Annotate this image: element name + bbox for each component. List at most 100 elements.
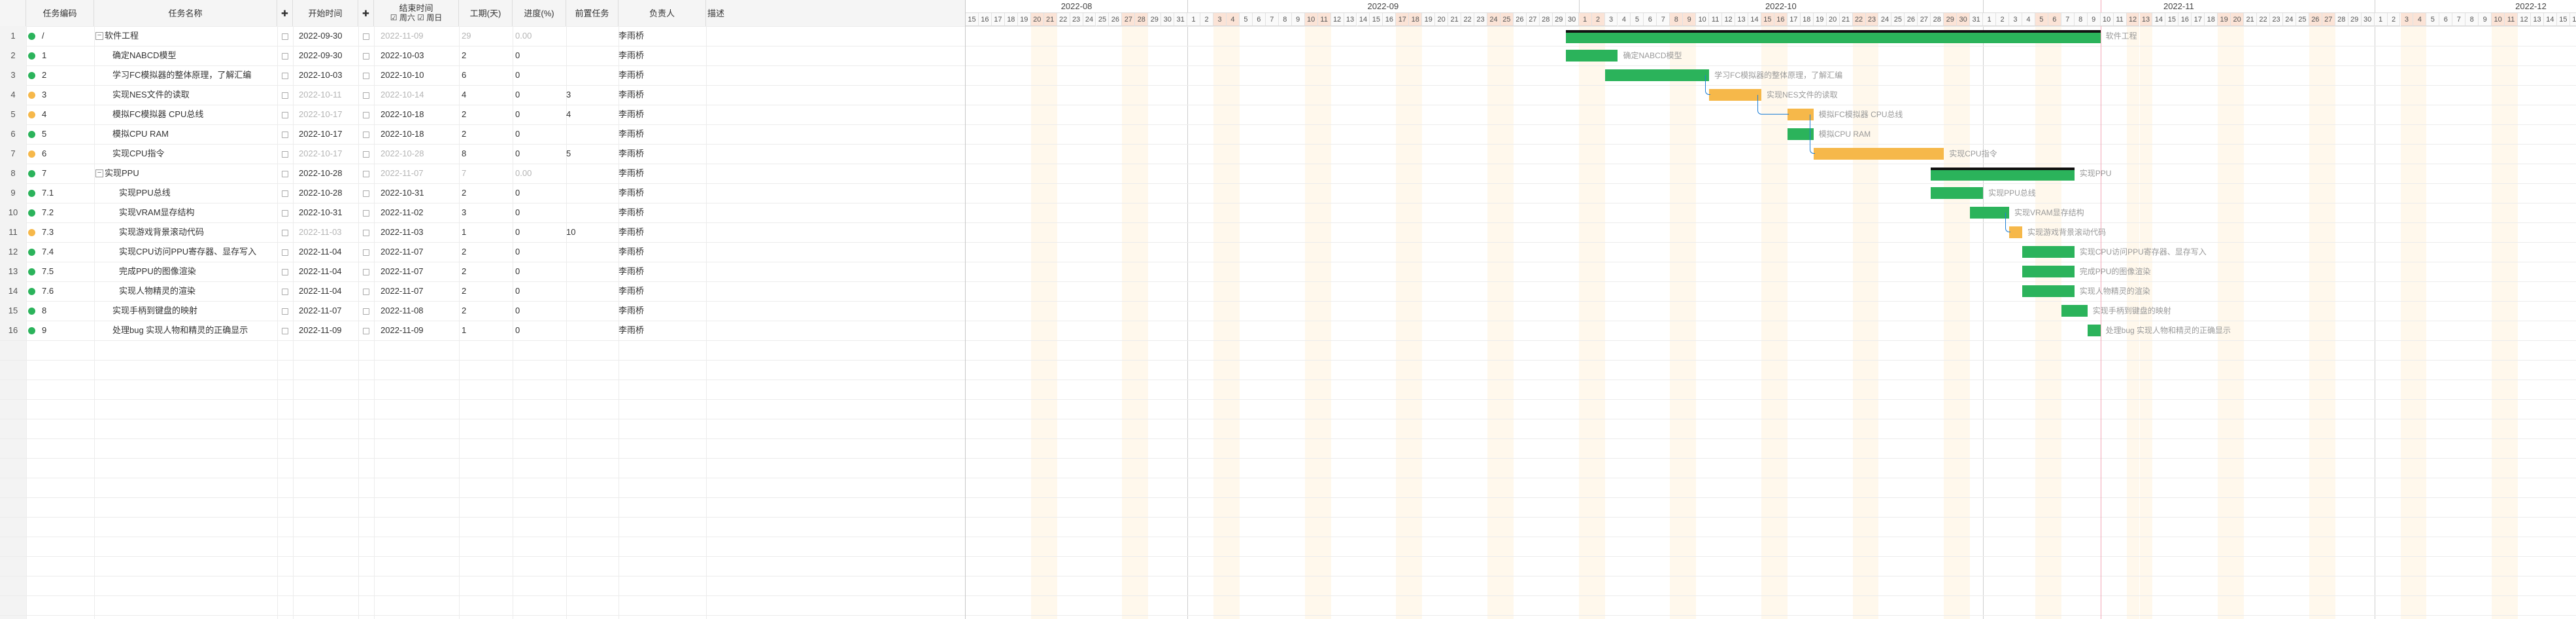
start-date[interactable]: 2022-11-03 xyxy=(299,222,358,242)
start-date[interactable]: 2022-10-28 xyxy=(299,164,358,183)
description-value[interactable] xyxy=(707,46,962,65)
gantt-bar[interactable] xyxy=(1565,30,2101,43)
predecessor-value[interactable] xyxy=(566,124,617,144)
gantt-bar[interactable] xyxy=(2061,305,2088,317)
task-row[interactable]: 16 9 处理bug 实现人物和精灵的正确显示 2022-11-09 2022-11-0… xyxy=(0,321,965,340)
description-value[interactable] xyxy=(707,85,962,105)
row-action-icon[interactable] xyxy=(363,73,369,79)
owner-value[interactable]: 李雨桥 xyxy=(619,222,705,242)
owner-value[interactable]: 李雨桥 xyxy=(619,85,705,105)
gantt-bar[interactable] xyxy=(2009,226,2022,238)
task-name[interactable]: 实现VRAM显存结构 xyxy=(119,203,275,222)
task-name[interactable]: 实现CPU访问PPU寄存器、显存写入 xyxy=(119,242,275,262)
progress-value[interactable]: 0 xyxy=(515,183,565,203)
end-date[interactable]: 2022-10-18 xyxy=(381,124,458,144)
owner-value[interactable]: 李雨桥 xyxy=(619,301,705,321)
gantt-bar[interactable] xyxy=(1931,187,1984,199)
row-action-icon[interactable] xyxy=(363,190,369,197)
predecessor-value[interactable] xyxy=(566,65,617,85)
start-date[interactable]: 2022-10-17 xyxy=(299,105,358,124)
start-date[interactable]: 2022-10-17 xyxy=(299,144,358,164)
task-row[interactable]: 9 7.1 实现PPU总线 2022-10-28 2022-10-31 2 0 李雨桥 xyxy=(0,183,965,203)
task-code[interactable]: 7.6 xyxy=(42,281,93,301)
task-code[interactable]: 6 xyxy=(42,144,93,164)
progress-value[interactable]: 0 xyxy=(515,222,565,242)
predecessor-value[interactable] xyxy=(566,183,617,203)
end-column-header[interactable]: 结束时间 ☑ 周六 ☑ 周日 xyxy=(374,0,459,26)
row-action-icon[interactable] xyxy=(282,151,288,158)
owner-value[interactable]: 李雨桥 xyxy=(619,183,705,203)
row-action-icon[interactable] xyxy=(282,73,288,79)
end-date[interactable]: 2022-11-07 xyxy=(381,164,458,183)
predecessor-column-header[interactable]: 前置任务 xyxy=(566,0,619,26)
task-name[interactable]: 实现人物精灵的渲染 xyxy=(119,281,275,301)
owner-column-header[interactable]: 负责人 xyxy=(619,0,706,26)
task-row[interactable]: 2 1 确定NABCD模型 2022-09-30 2022-10-03 2 0 李雨桥 xyxy=(0,46,965,65)
owner-value[interactable]: 李雨桥 xyxy=(619,164,705,183)
row-action-icon[interactable] xyxy=(282,190,288,197)
row-action-icon[interactable] xyxy=(282,112,288,118)
duration-column-header[interactable]: 工期(天) xyxy=(459,0,513,26)
description-value[interactable] xyxy=(707,203,962,222)
start-date[interactable]: 2022-10-03 xyxy=(299,65,358,85)
duration-value[interactable]: 4 xyxy=(462,85,511,105)
row-action-icon[interactable] xyxy=(363,53,369,60)
row-action-icon[interactable] xyxy=(282,308,288,315)
progress-column-header[interactable]: 进度(%) xyxy=(513,0,566,26)
row-action-icon[interactable] xyxy=(282,269,288,275)
row-action-icon[interactable] xyxy=(363,132,369,138)
task-name[interactable]: 实现CPU指令 xyxy=(112,144,275,164)
task-code[interactable]: 5 xyxy=(42,124,93,144)
gantt-bar[interactable] xyxy=(2087,325,2101,336)
end-date[interactable]: 2022-11-08 xyxy=(381,301,458,321)
task-code[interactable]: 2 xyxy=(42,65,93,85)
description-value[interactable] xyxy=(707,222,962,242)
task-name[interactable]: 软件工程 xyxy=(105,26,275,46)
progress-value[interactable]: 0 xyxy=(515,124,565,144)
start-date[interactable]: 2022-10-28 xyxy=(299,183,358,203)
add-column-icon[interactable]: ✚ xyxy=(358,0,374,26)
end-date[interactable]: 2022-11-07 xyxy=(381,242,458,262)
row-action-icon[interactable] xyxy=(282,53,288,60)
end-date[interactable]: 2022-10-28 xyxy=(381,144,458,164)
start-date[interactable]: 2022-11-09 xyxy=(299,321,358,340)
row-action-icon[interactable] xyxy=(282,210,288,217)
start-date[interactable]: 2022-09-30 xyxy=(299,26,358,46)
row-action-icon[interactable] xyxy=(363,308,369,315)
description-value[interactable] xyxy=(707,262,962,281)
progress-value[interactable]: 0 xyxy=(515,105,565,124)
description-value[interactable] xyxy=(707,65,962,85)
predecessor-value[interactable]: 3 xyxy=(566,85,617,105)
end-date[interactable]: 2022-11-02 xyxy=(381,203,458,222)
collapse-toggle-icon[interactable]: − xyxy=(95,32,103,40)
end-date[interactable]: 2022-10-03 xyxy=(381,46,458,65)
end-date[interactable]: 2022-10-18 xyxy=(381,105,458,124)
owner-value[interactable]: 李雨桥 xyxy=(619,321,705,340)
description-value[interactable] xyxy=(707,183,962,203)
task-row[interactable]: 4 3 实现NES文件的读取 2022-10-11 2022-10-14 4 0 3 李雨桥 xyxy=(0,85,965,105)
start-date[interactable]: 2022-09-30 xyxy=(299,46,358,65)
task-row[interactable]: 3 2 学习FC模拟器的整体原理，了解汇编 2022-10-03 2022-10-10 6… xyxy=(0,65,965,85)
gantt-bar[interactable] xyxy=(1970,207,2009,219)
row-action-icon[interactable] xyxy=(282,171,288,177)
predecessor-value[interactable] xyxy=(566,46,617,65)
gantt-bar[interactable] xyxy=(2022,246,2075,258)
code-column-header[interactable]: 任务编码 xyxy=(26,0,94,26)
add-column-icon[interactable]: ✚ xyxy=(277,0,293,26)
predecessor-value[interactable] xyxy=(566,321,617,340)
start-date[interactable]: 2022-10-17 xyxy=(299,124,358,144)
task-code[interactable]: 1 xyxy=(42,46,93,65)
task-name[interactable]: 实现PPU xyxy=(105,164,275,183)
predecessor-value[interactable]: 5 xyxy=(566,144,617,164)
progress-value[interactable]: 0 xyxy=(515,301,565,321)
owner-value[interactable]: 李雨桥 xyxy=(619,262,705,281)
predecessor-value[interactable] xyxy=(566,301,617,321)
task-code[interactable]: 3 xyxy=(42,85,93,105)
duration-value[interactable]: 2 xyxy=(462,46,511,65)
row-action-icon[interactable] xyxy=(282,328,288,334)
start-column-header[interactable]: 开始时间 xyxy=(293,0,358,26)
duration-value[interactable]: 2 xyxy=(462,105,511,124)
owner-value[interactable]: 李雨桥 xyxy=(619,105,705,124)
duration-value[interactable]: 2 xyxy=(462,183,511,203)
start-date[interactable]: 2022-10-11 xyxy=(299,85,358,105)
